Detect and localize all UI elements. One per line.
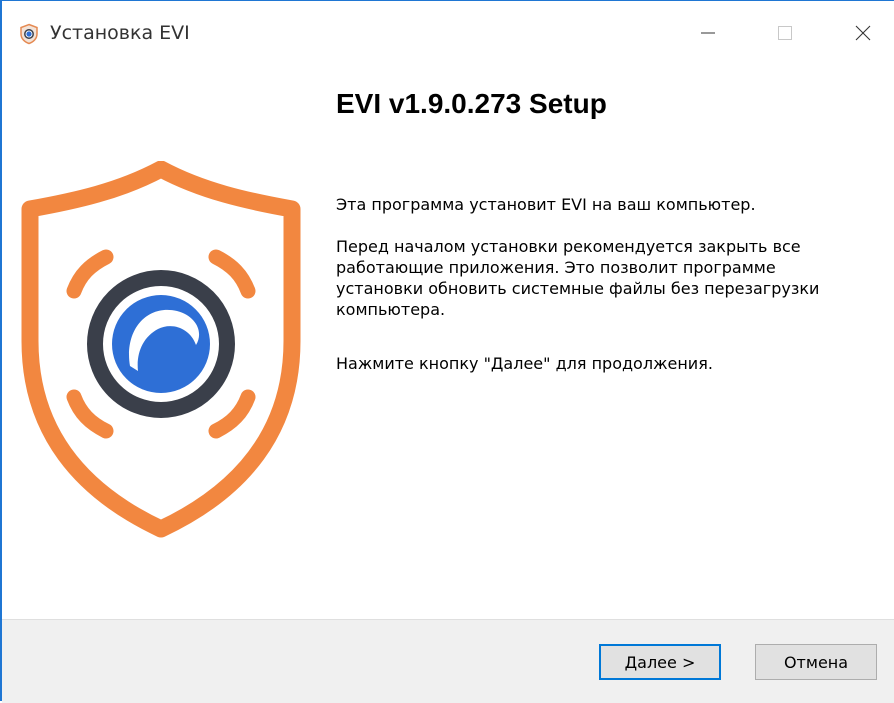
evi-app-icon: [20, 23, 38, 45]
recommendation-text: Перед началом установки рекомендуется за…: [336, 237, 820, 319]
title-bar[interactable]: Установка EVI: [2, 1, 894, 61]
maximize-icon: [778, 26, 792, 40]
cancel-button[interactable]: Отмена: [755, 644, 877, 680]
installer-window: Установка EVI EVI v1.9.0.273 Setup Эта п…: [0, 0, 894, 703]
minimize-button[interactable]: [685, 15, 731, 51]
close-icon: [855, 25, 871, 41]
intro-text: Эта программа установит EVI на ваш компь…: [336, 195, 756, 214]
close-button[interactable]: [840, 15, 886, 51]
window-title: Установка EVI: [50, 22, 190, 44]
button-bar: Далее > Отмена: [2, 619, 894, 703]
welcome-panel: EVI v1.9.0.273 Setup Эта программа устан…: [2, 61, 894, 619]
continue-hint-text: Нажмите кнопку "Далее" для продолжения.: [336, 354, 713, 373]
setup-heading: EVI v1.9.0.273 Setup: [336, 88, 607, 119]
next-button[interactable]: Далее >: [599, 644, 721, 680]
evi-shield-logo: [21, 161, 301, 538]
minimize-icon: [701, 32, 715, 34]
maximize-button[interactable]: [762, 15, 808, 51]
